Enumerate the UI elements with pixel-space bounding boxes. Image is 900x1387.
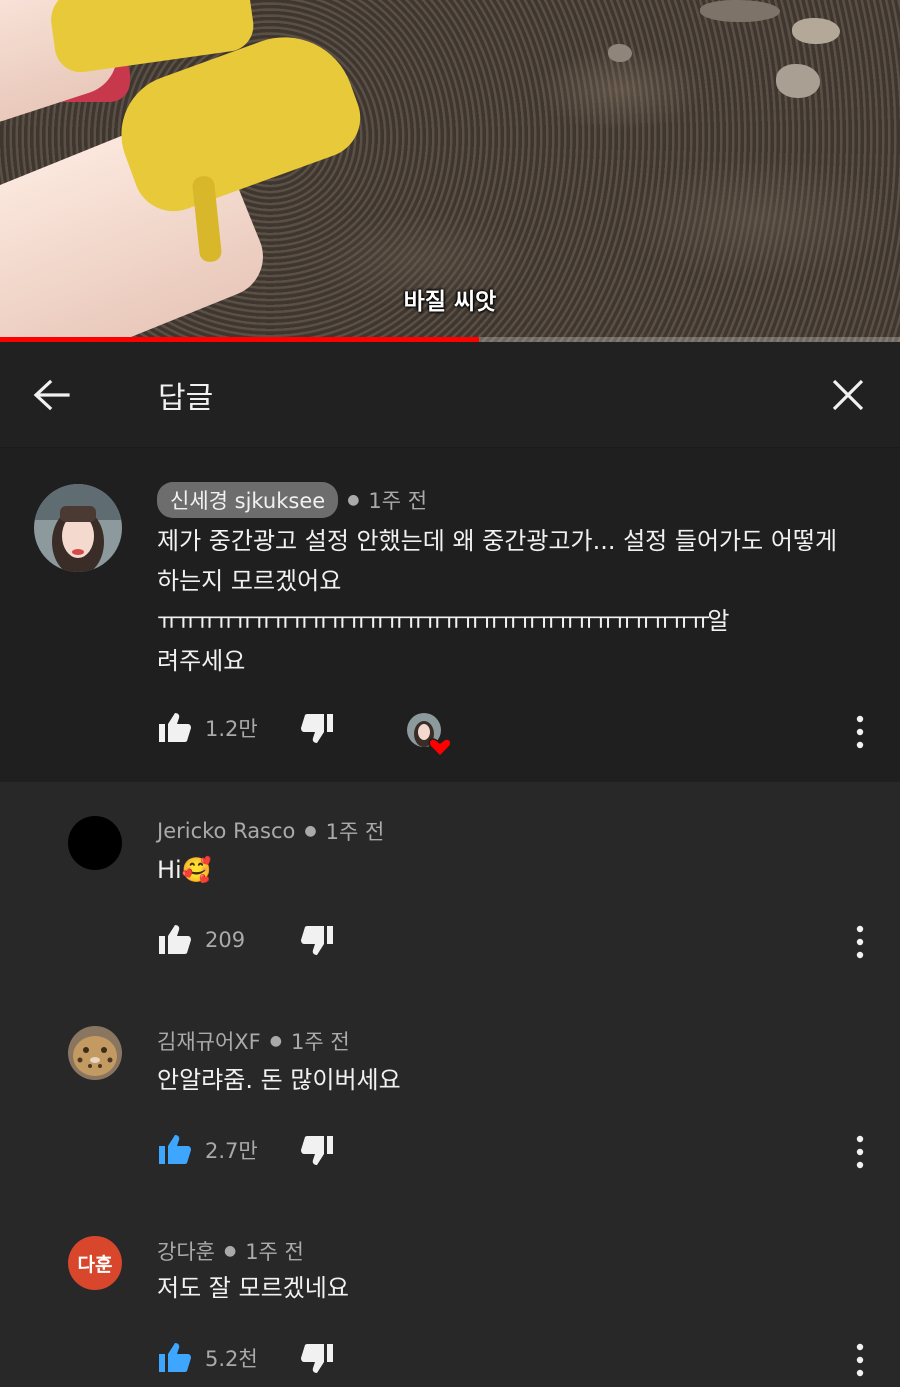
video-subtitle: 바질 씨앗 [403,289,497,315]
comment-text-line: 려주세요 [157,647,246,675]
thumbs-up-icon[interactable] [157,1132,193,1168]
comment-text-line: ㅠㅠㅠㅠㅠㅠㅠㅠㅠㅠㅠㅠㅠㅠㅠㅠㅠㅠㅠㅠㅠㅠㅠㅠㅠㅠㅠㅠㅠ알 [157,607,730,635]
stone [792,18,840,44]
separator-dot: ● [347,492,360,508]
separator-dot: ● [269,1033,282,1049]
reply-item: 김재규어XF ● 1주 전 안알랴줌. 돈 많이버세요 2.7만 [0,992,900,1202]
comment-actions: 1.2만 [157,708,335,748]
comment-meta: 신세경 sjkuksee ● 1주 전 [157,482,427,518]
avatar[interactable] [68,816,122,870]
comment-meta: Jericko Rasco ● 1주 전 [157,816,384,846]
thumbs-down-icon[interactable] [299,922,335,958]
close-icon[interactable] [825,372,871,418]
more-vert-icon[interactable] [854,924,866,960]
stone [700,0,780,22]
replies-header: 답글 [0,342,900,448]
like-count: 5.2천 [205,1347,258,1371]
more-vert-icon[interactable] [854,1134,866,1170]
comment-text: Hi🥰 [157,856,212,884]
comment-text: 안알랴줌. 돈 많이버세요 [157,1066,401,1094]
author-name-chip[interactable]: 신세경 sjkuksee [157,482,339,518]
comment-meta: 강다훈 ● 1주 전 [157,1236,304,1266]
avatar-initials: 다훈 [77,1253,113,1276]
avatar[interactable] [68,1026,122,1080]
separator-dot: ● [223,1243,237,1259]
heart-icon [428,738,452,758]
reply-item: Jericko Rasco ● 1주 전 Hi🥰 209 [0,782,900,992]
comment-meta: 김재규어XF ● 1주 전 [157,1026,350,1056]
comment-text-line: 하는지 모르겠어요 [157,567,342,595]
like-count: 1.2만 [205,717,258,741]
comment-time: 1주 전 [368,489,428,513]
author-name[interactable]: 김재규어XF [157,1026,261,1056]
like-count: 2.7만 [205,1139,258,1163]
main-comment: 신세경 sjkuksee ● 1주 전 제가 중간광고 설정 안했는데 왜 중간… [0,448,900,782]
like-count: 209 [205,928,246,952]
comment-text: 저도 잘 모르겠네요 [157,1274,349,1302]
reply-item: 다훈 강다훈 ● 1주 전 저도 잘 모르겠네요 5.2천 [0,1202,900,1387]
comment-time: 1주 전 [325,820,385,844]
more-vert-icon[interactable] [854,714,866,750]
creator-heart-badge [406,712,452,758]
author-name[interactable]: 강다훈 [157,1236,215,1266]
thumbs-down-icon[interactable] [299,710,335,746]
comment-text-line: 제가 중간광고 설정 안했는데 왜 중간광고가... 설정 들어가도 어떻게 [157,527,838,555]
comment-time: 1주 전 [245,1240,304,1264]
stone [608,44,632,62]
thumbs-up-icon[interactable] [157,1340,193,1376]
video-player[interactable]: 바질 씨앗 [0,0,900,342]
thumbs-down-icon[interactable] [299,1340,335,1376]
stone [776,64,820,98]
arrow-left-icon[interactable] [28,372,74,418]
thumbs-up-icon[interactable] [157,710,193,746]
comment-time: 1주 전 [290,1030,350,1054]
separator-dot: ● [304,823,317,839]
more-vert-icon[interactable] [854,1342,866,1378]
thumbs-up-icon[interactable] [157,922,193,958]
author-name[interactable]: Jericko Rasco [157,819,295,843]
page-title: 답글 [158,381,214,416]
comment-actions: 209 [157,920,335,960]
thumbs-down-icon[interactable] [299,1132,335,1168]
comment-actions: 2.7만 [157,1130,335,1170]
avatar[interactable] [34,484,122,572]
comment-actions: 5.2천 [157,1338,335,1378]
avatar[interactable]: 다훈 [68,1236,122,1290]
